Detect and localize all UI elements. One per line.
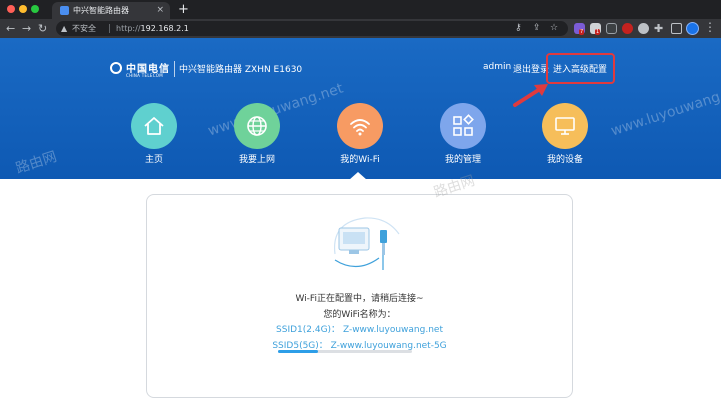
- config-status-text: Wi-Fi正在配置中，请稍后连接~: [295, 294, 424, 304]
- extension-4-icon[interactable]: [622, 23, 633, 34]
- sidepanel-icon[interactable]: [671, 23, 682, 34]
- bookmark-star-icon[interactable]: ☆: [550, 21, 558, 36]
- browser-toolbar: ← → ↻ ▲ 不安全 http://192.168.2.1 ⚷ ⇪ ☆ 7 1…: [0, 19, 721, 38]
- username-label: admin: [483, 62, 512, 72]
- nav-label: 我的管理: [444, 155, 481, 165]
- active-nav-indicator: [349, 172, 367, 180]
- new-tab-button[interactable]: +: [178, 1, 189, 18]
- network-config-illustration: [333, 217, 400, 270]
- globe-icon: [247, 116, 267, 136]
- advanced-config-highlight: [546, 53, 615, 84]
- grid-icon: [453, 114, 474, 136]
- ssid1-label: SSID1(2.4G)：: [276, 325, 341, 335]
- wifi-name-label: 您的WiFi名称为：: [323, 310, 396, 320]
- nav-label: 我的设备: [546, 155, 583, 165]
- puzzle-icon[interactable]: ✚: [654, 21, 663, 36]
- security-label: 不安全: [72, 24, 96, 33]
- warning-icon: ▲: [61, 24, 68, 33]
- nav-label: 主页: [144, 155, 163, 165]
- extension-3-icon[interactable]: [606, 23, 617, 34]
- nav-label: 我要上网: [238, 155, 275, 165]
- nav-internet-circle[interactable]: [234, 103, 280, 149]
- nav-wifi-circle[interactable]: [337, 103, 383, 149]
- home-icon: [144, 117, 164, 135]
- wifi-icon: [350, 119, 370, 136]
- address-bar[interactable]: ▲ 不安全 http://192.168.2.1 ⚷ ⇪ ☆: [56, 21, 568, 36]
- config-progress-bar: [278, 350, 412, 353]
- tab-title: 中兴智能路由器: [73, 6, 129, 15]
- back-icon[interactable]: ←: [6, 21, 15, 36]
- browser-tab-strip: 中兴智能路由器 × +: [0, 0, 721, 19]
- forward-icon[interactable]: →: [22, 21, 31, 36]
- logout-link[interactable]: 退出登录: [513, 62, 549, 75]
- nav-devices-circle[interactable]: [542, 103, 588, 149]
- product-name: 中兴智能路由器 ZXHN E1630: [179, 65, 303, 75]
- close-window-button[interactable]: [7, 5, 15, 13]
- nav-home-circle[interactable]: [131, 103, 177, 149]
- red-arrow-icon: [513, 84, 548, 107]
- logo-mark-icon: [110, 62, 122, 74]
- address-separator: [109, 24, 110, 33]
- share-icon[interactable]: ⇪: [533, 21, 541, 36]
- key-icon[interactable]: ⚷: [515, 21, 522, 36]
- browser-menu-icon[interactable]: ⋮: [704, 20, 716, 35]
- url-text[interactable]: http://192.168.2.1: [116, 21, 189, 36]
- minimize-window-button[interactable]: [19, 5, 27, 13]
- url-scheme: http://: [116, 24, 141, 33]
- maximize-window-button[interactable]: [31, 5, 39, 13]
- ssid1-value: Z-www.luyouwang.net: [342, 325, 443, 335]
- ssid1-row: SSID1(2.4G)： Z-www.luyouwang.net: [146, 322, 573, 335]
- browser-tab[interactable]: 中兴智能路由器 ×: [52, 2, 170, 19]
- tab-close-button[interactable]: ×: [156, 2, 164, 19]
- extension-5-icon[interactable]: [638, 23, 649, 34]
- brand-divider: [174, 61, 175, 77]
- logo-text-en: CHINA TELECOM: [126, 73, 163, 78]
- nav-manage-circle[interactable]: [440, 103, 486, 149]
- reload-icon[interactable]: ↻: [38, 21, 47, 36]
- profile-avatar[interactable]: [686, 22, 699, 35]
- extension-1-badge: 7: [579, 29, 585, 35]
- progress-fill: [278, 350, 319, 353]
- url-host: 192.168.2.1: [140, 24, 189, 33]
- monitor-icon: [555, 117, 575, 135]
- nav-label: 我的Wi-Fi: [340, 155, 380, 165]
- extension-2-badge: 1: [595, 29, 601, 35]
- tab-favicon-icon: [60, 6, 69, 15]
